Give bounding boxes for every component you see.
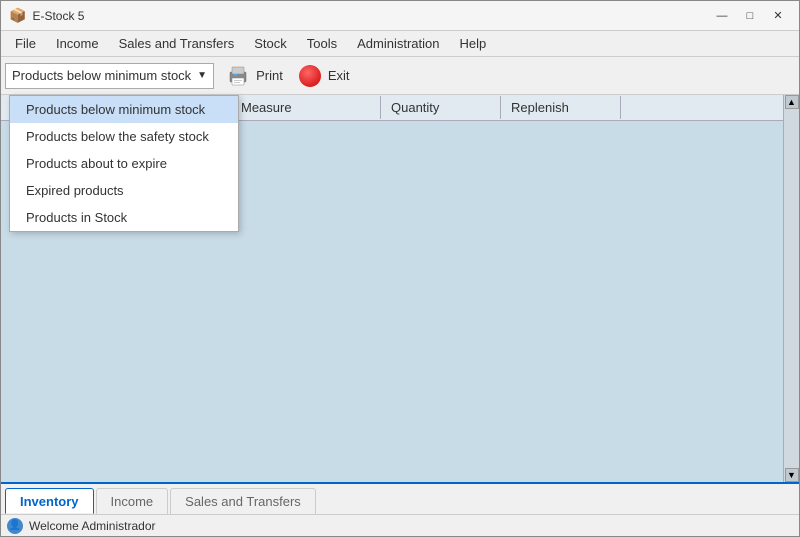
welcome-text: Welcome Administrador [29,519,156,533]
exit-icon [299,65,321,87]
close-button[interactable]: ✕ [765,6,791,26]
title-text: E-Stock 5 [32,9,84,23]
print-button[interactable]: Print [218,63,289,89]
menu-file[interactable]: File [5,33,46,54]
dropdown-item-expired[interactable]: Expired products [10,177,238,204]
dropdown-item-min-stock[interactable]: Products below minimum stock [10,96,238,123]
report-type-dropdown[interactable]: Products below minimum stock ▼ [5,63,214,89]
title-bar-left: 📦 E-Stock 5 [9,7,84,24]
title-bar-controls: — □ ✕ [709,6,791,26]
menu-help[interactable]: Help [449,33,496,54]
status-bar: 👤 Welcome Administrador [1,514,799,536]
app-icon: 📦 [9,7,26,24]
menu-tools[interactable]: Tools [297,33,347,54]
print-label: Print [256,68,283,83]
dropdown-menu: Products below minimum stock Products be… [9,95,239,232]
printer-icon [224,63,252,89]
col-replenish: Replenish [501,96,621,119]
scroll-up-arrow[interactable]: ▲ [785,95,799,109]
menu-sales-transfers[interactable]: Sales and Transfers [109,33,245,54]
dropdown-arrow-icon: ▼ [197,70,207,81]
toolbar: Products below minimum stock ▼ Print Exi… [1,57,799,95]
menu-income[interactable]: Income [46,33,109,54]
dropdown-selected-label: Products below minimum stock [12,68,191,83]
user-icon: 👤 [7,518,23,534]
tab-income[interactable]: Income [96,488,169,514]
dropdown-item-safety-stock[interactable]: Products below the safety stock [10,123,238,150]
title-bar: 📦 E-Stock 5 — □ ✕ [1,1,799,31]
minimize-button[interactable]: — [709,6,735,26]
bottom-tabs: Inventory Income Sales and Transfers [1,482,799,514]
col-quantity: Quantity [381,96,501,119]
tab-sales-transfers[interactable]: Sales and Transfers [170,488,316,514]
col-measure: Measure [231,96,381,119]
menu-bar: File Income Sales and Transfers Stock To… [1,31,799,57]
exit-button[interactable]: Exit [293,63,356,89]
menu-administration[interactable]: Administration [347,33,449,54]
scrollbar[interactable]: ▲ ▼ [783,95,799,482]
maximize-button[interactable]: □ [737,6,763,26]
dropdown-item-about-to-expire[interactable]: Products about to expire [10,150,238,177]
tab-inventory[interactable]: Inventory [5,488,94,514]
exit-label: Exit [328,68,350,83]
scroll-down-arrow[interactable]: ▼ [785,468,799,482]
menu-stock[interactable]: Stock [244,33,297,54]
dropdown-item-in-stock[interactable]: Products in Stock [10,204,238,231]
